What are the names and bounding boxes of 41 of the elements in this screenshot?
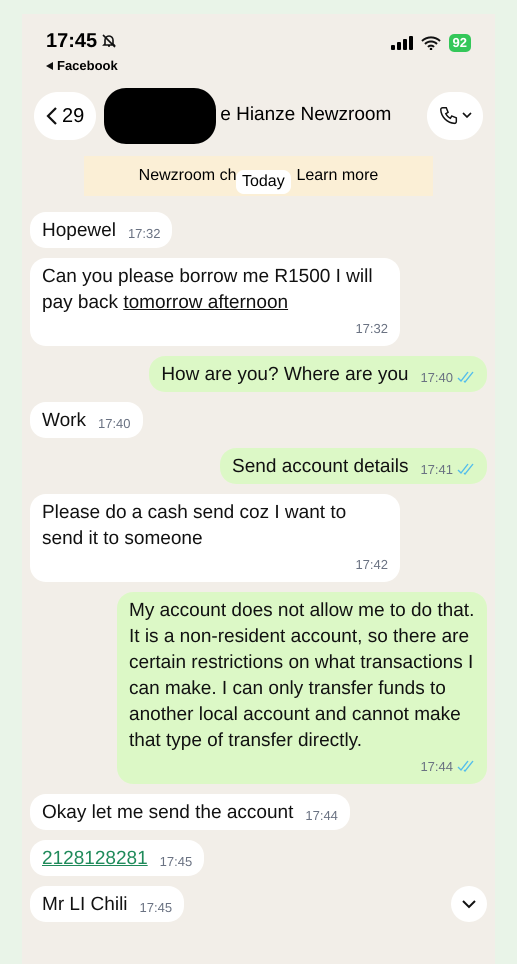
account-number-link[interactable]: 2128128281 <box>42 846 148 872</box>
chevron-down-icon <box>462 112 472 119</box>
message-text: Work <box>42 408 86 432</box>
message-time: 17:32 <box>355 320 388 338</box>
message-time: 17:45 <box>140 898 172 916</box>
message-time: 17:45 <box>160 852 192 870</box>
scroll-down-button[interactable] <box>451 886 487 922</box>
wifi-icon <box>420 36 441 50</box>
message-time: 17:44 <box>420 758 453 776</box>
link[interactable]: tomorrow afternoon <box>123 292 288 312</box>
message-text: Please do a cash send coz I want to send it to someone <box>42 500 348 550</box>
date-chip: Today <box>236 170 291 194</box>
call-button[interactable] <box>427 92 483 140</box>
message-time: 17:40 <box>98 414 131 432</box>
contact-name: e Hianze Newzroom <box>220 103 392 128</box>
phone-icon <box>438 104 460 126</box>
double-check-icon <box>457 760 475 772</box>
message-text: How are you? Where are you <box>161 362 408 386</box>
message-text: My account does not allow me to do that. It is a non-resident account, so there are certain restrictions on what transactions I can make. I can only transfer funds to another local account and cannot make that type of transfer directly. <box>129 598 475 752</box>
status-time: 17:45 <box>46 29 98 54</box>
double-check-icon <box>457 463 475 476</box>
message-time: 17:44 <box>305 806 338 824</box>
learn-more-link[interactable]: Learn more <box>296 164 378 188</box>
double-check-icon <box>457 371 475 384</box>
message-time: 17:41 <box>420 460 453 478</box>
battery-indicator: 92 <box>448 34 471 52</box>
chevron-down-icon <box>462 900 476 908</box>
signal-icon <box>390 36 413 50</box>
banner-text: Newzroom ch <box>138 166 236 186</box>
back-app-link[interactable]: Facebook <box>57 56 118 76</box>
back-button[interactable]: 29 <box>34 92 96 140</box>
message-text: Mr LI Chili <box>42 892 128 916</box>
message-text: Okay let me send the account <box>42 800 294 824</box>
back-triangle-icon <box>46 62 53 70</box>
message-text: Hopewel <box>42 218 116 242</box>
message-text: Send account details <box>232 454 408 478</box>
message-time: 17:32 <box>128 224 160 242</box>
message-time: 17:40 <box>420 368 453 386</box>
chevron-left-icon <box>46 106 58 126</box>
message-time: 17:42 <box>355 556 388 574</box>
message-text: Can you please borrow me R1500 I will pay back tomorrow afternoon <box>42 264 374 314</box>
